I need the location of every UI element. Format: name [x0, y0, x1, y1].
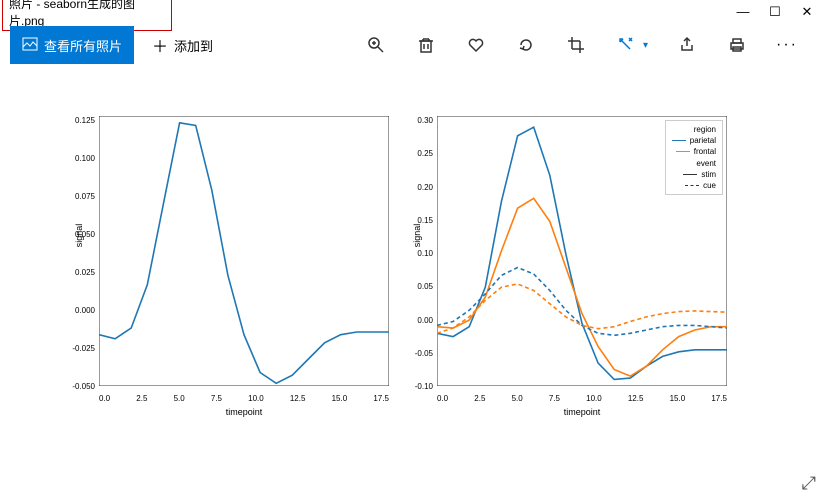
- xtick: 10.0: [586, 394, 602, 403]
- gallery-icon: [22, 36, 38, 55]
- ytick: 0.00: [417, 316, 433, 325]
- xtick: 12.5: [290, 394, 306, 403]
- legend: regionparietalfrontaleventstimcue: [665, 120, 723, 195]
- rotate-icon[interactable]: [515, 34, 537, 56]
- xtick: 17.5: [711, 394, 727, 403]
- legend-item: cue: [672, 180, 716, 191]
- window-controls: — ☐ ✕: [736, 4, 820, 20]
- titlebar: 照片 - seaborn生成的图片.png — ☐ ✕: [0, 0, 826, 24]
- favorite-icon[interactable]: [465, 34, 487, 56]
- yticks: 0.300.250.200.150.100.050.00-0.05-0.10: [407, 116, 433, 391]
- resize-handle-icon[interactable]: ⤢: [802, 473, 816, 494]
- ytick: 0.125: [75, 116, 95, 125]
- xticks: 0.0 2.5 5.0 7.5 10.0 12.5 15.0 17.5: [99, 394, 389, 403]
- ytick: 0.000: [75, 306, 95, 315]
- xtick: 0.0: [99, 394, 110, 403]
- toolbar: 查看所有照片 ＋ 添加到 ▾ ···: [0, 24, 826, 66]
- ytick: 0.30: [417, 116, 433, 125]
- xtick: 5.0: [174, 394, 185, 403]
- legend-item: parietal: [672, 135, 716, 146]
- right-plot: 0.300.250.200.150.100.050.00-0.05-0.10 0…: [437, 116, 727, 391]
- xtick: 10.0: [248, 394, 264, 403]
- add-to-label: 添加到: [174, 36, 213, 55]
- print-icon[interactable]: [726, 34, 748, 56]
- share-icon[interactable]: [676, 34, 698, 56]
- crop-icon[interactable]: [565, 34, 587, 56]
- xtick: 5.0: [512, 394, 523, 403]
- ytick: 0.05: [417, 282, 433, 291]
- xtick: 15.0: [332, 394, 348, 403]
- ytick: 0.10: [417, 249, 433, 258]
- delete-icon[interactable]: [415, 34, 437, 56]
- legend-item: stim: [672, 169, 716, 180]
- xtick: 0.0: [437, 394, 448, 403]
- edit-icon[interactable]: [615, 34, 637, 56]
- xlabel: timepoint: [226, 407, 263, 417]
- yticks: 0.1250.1000.0750.0500.0250.000-0.025-0.0…: [69, 116, 95, 391]
- add-to-button[interactable]: ＋ 添加到: [144, 26, 221, 64]
- xtick: 7.5: [549, 394, 560, 403]
- zoom-icon[interactable]: [365, 34, 387, 56]
- xtick: 17.5: [373, 394, 389, 403]
- xtick: 7.5: [211, 394, 222, 403]
- ytick: 0.075: [75, 192, 95, 201]
- ytick: 0.25: [417, 149, 433, 158]
- view-all-label: 查看所有照片: [44, 36, 122, 55]
- minimize-button[interactable]: —: [736, 4, 750, 20]
- ytick: 0.100: [75, 154, 95, 163]
- plus-icon: ＋: [152, 33, 168, 57]
- xtick: 2.5: [474, 394, 485, 403]
- ytick: -0.05: [415, 349, 433, 358]
- legend-header: region: [672, 124, 716, 135]
- ytick: -0.050: [72, 382, 95, 391]
- xticks: 0.0 2.5 5.0 7.5 10.0 12.5 15.0 17.5: [437, 394, 727, 403]
- close-button[interactable]: ✕: [800, 4, 814, 20]
- xtick: 15.0: [670, 394, 686, 403]
- ylabel: signal: [74, 223, 84, 247]
- maximize-button[interactable]: ☐: [768, 4, 782, 20]
- legend-item: frontal: [672, 146, 716, 157]
- ylabel: signal: [412, 223, 422, 247]
- xtick: 12.5: [628, 394, 644, 403]
- plot-svg: [99, 116, 389, 386]
- ytick: -0.10: [415, 382, 433, 391]
- ytick: 0.025: [75, 268, 95, 277]
- chevron-down-icon[interactable]: ▾: [643, 40, 648, 51]
- ytick: 0.20: [417, 183, 433, 192]
- more-icon[interactable]: ···: [776, 34, 798, 56]
- ytick: -0.025: [72, 344, 95, 353]
- image-viewport: 0.1250.1000.0750.0500.0250.000-0.025-0.0…: [0, 66, 826, 391]
- xlabel: timepoint: [564, 407, 601, 417]
- legend-header: event: [672, 158, 716, 169]
- xtick: 2.5: [136, 394, 147, 403]
- view-all-photos-button[interactable]: 查看所有照片: [10, 26, 134, 64]
- left-plot: 0.1250.1000.0750.0500.0250.000-0.025-0.0…: [99, 116, 389, 391]
